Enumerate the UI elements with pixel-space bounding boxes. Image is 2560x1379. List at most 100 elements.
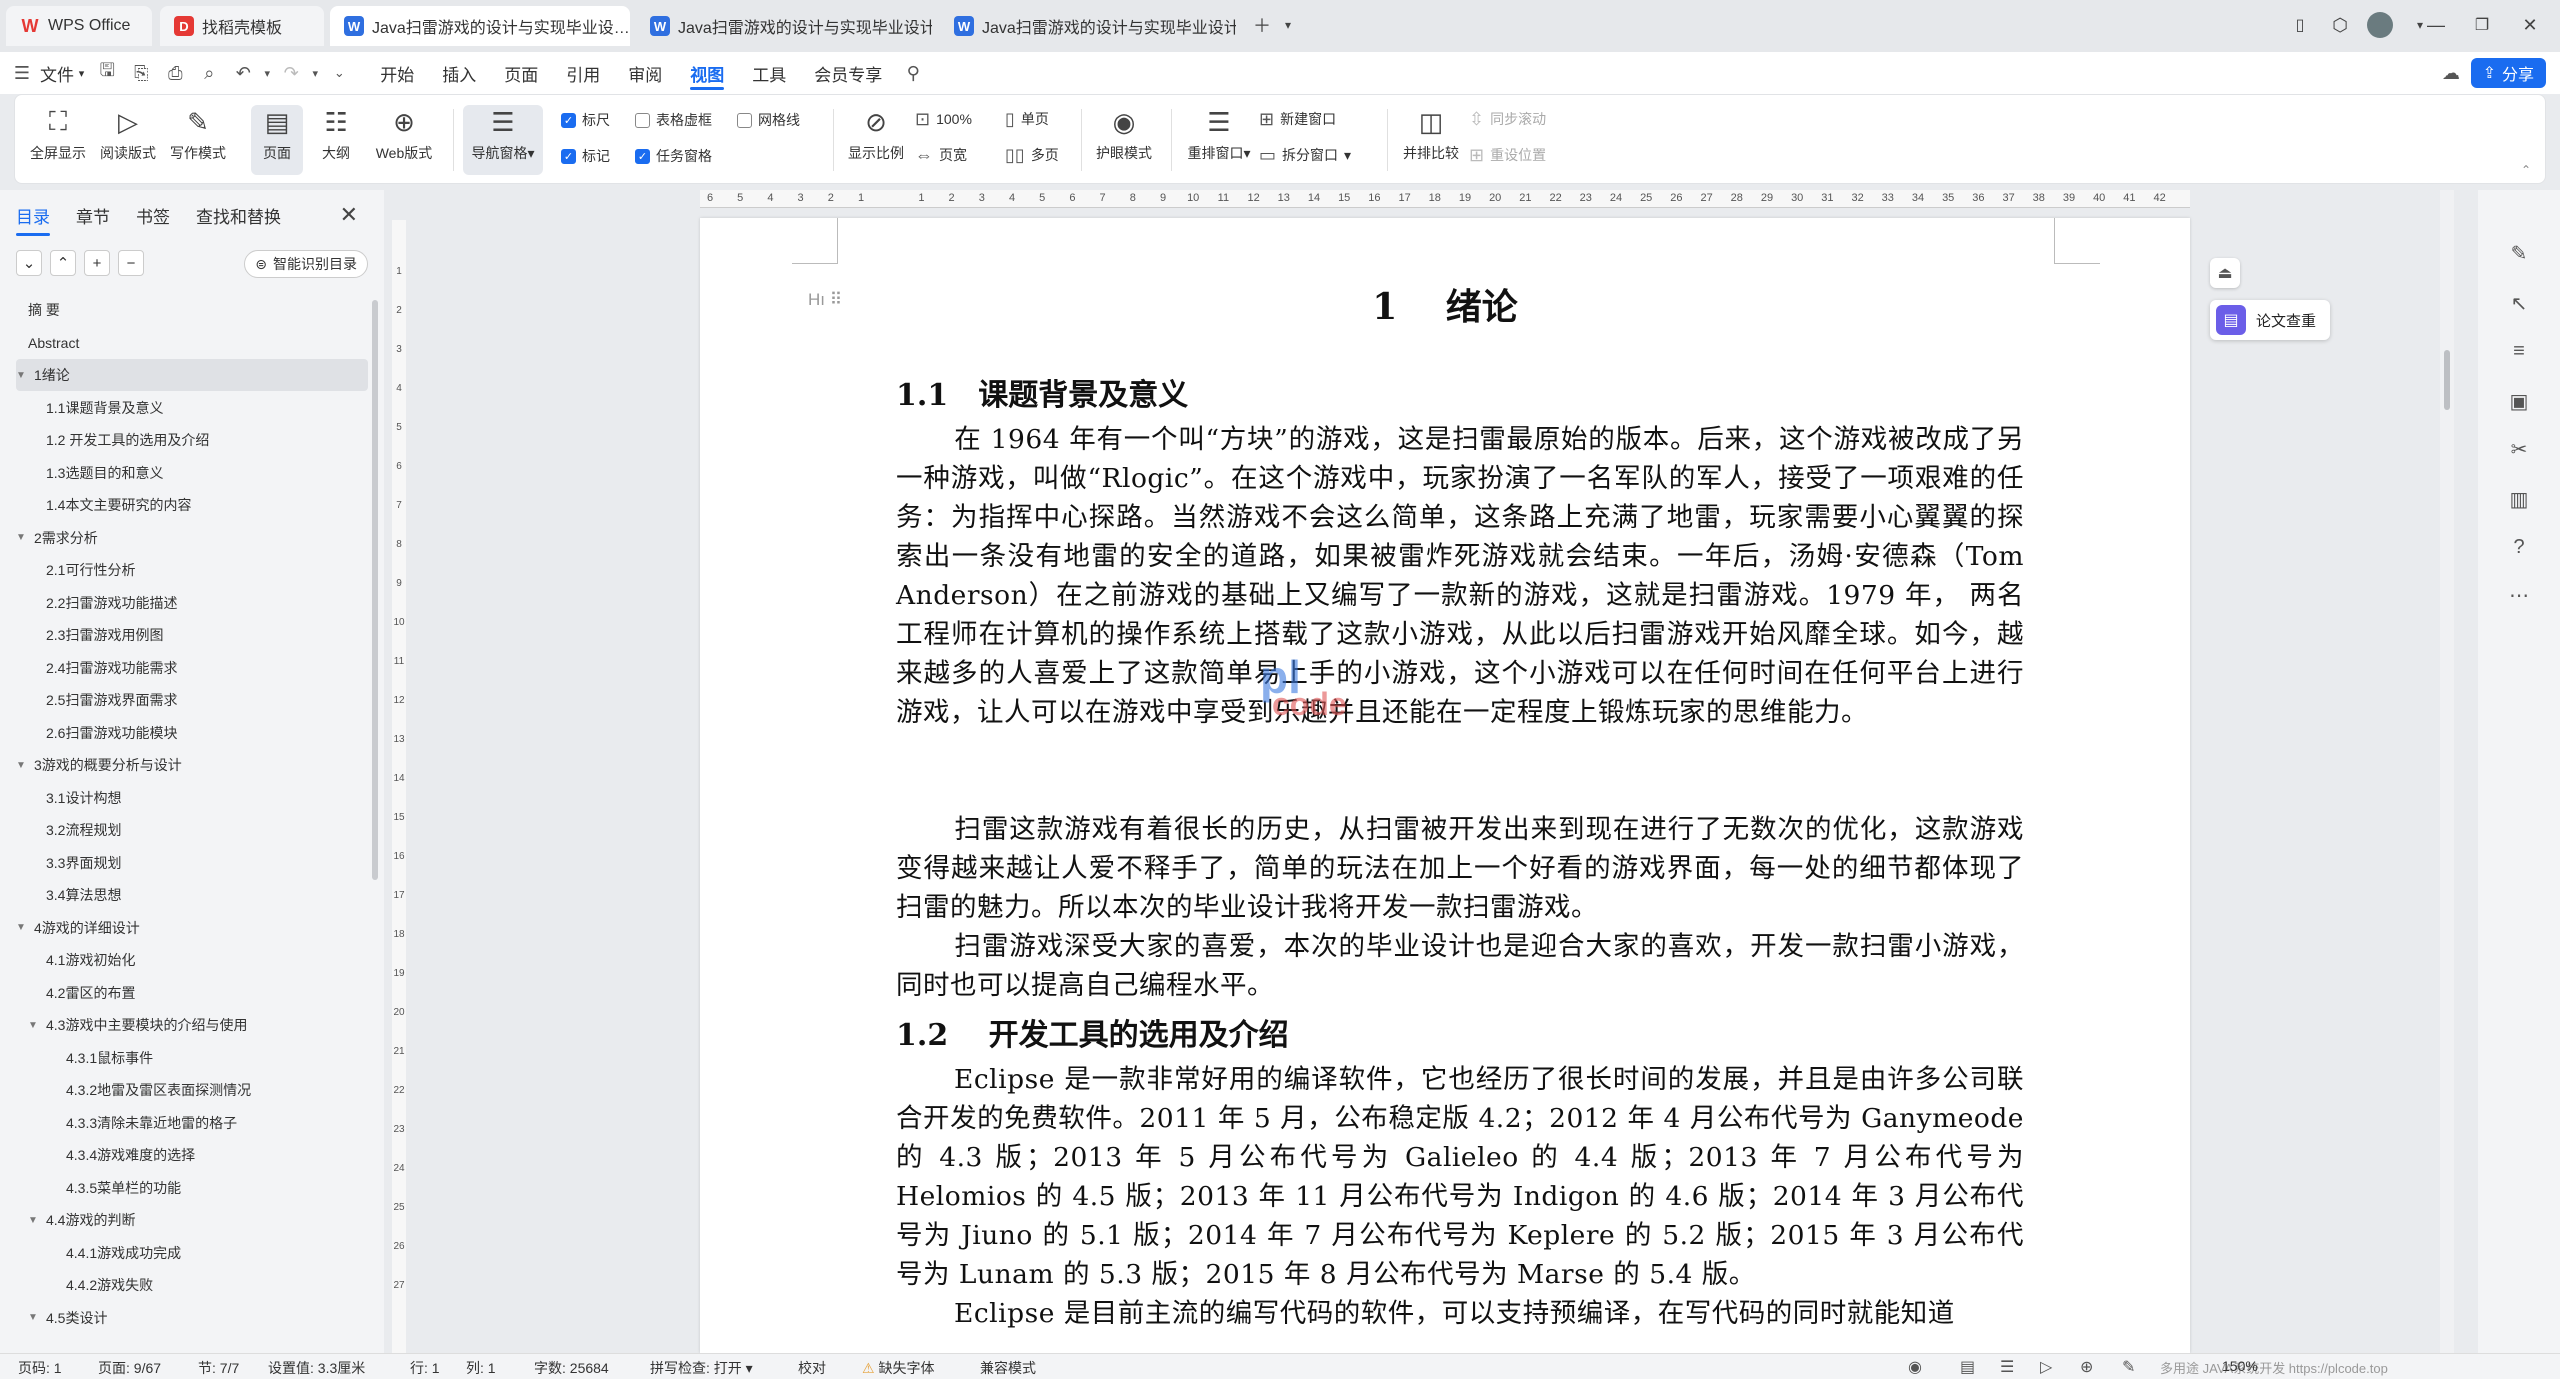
toc-item[interactable]: ▼ 2需求分析	[16, 522, 368, 554]
write-status-icon[interactable]: ✎	[2122, 1357, 2135, 1377]
status-section[interactable]: 节: 7/7	[198, 1358, 239, 1378]
toc-item[interactable]: 2.2扫雷游戏功能描述	[16, 587, 368, 619]
fullscreen-button[interactable]: ⛶ 全屏显示	[27, 105, 89, 175]
menu-vip[interactable]: 会员专享	[800, 52, 896, 94]
status-setting[interactable]: 设置值: 3.3厘米	[268, 1358, 365, 1378]
expand-triangle-icon[interactable]: ▼	[28, 1215, 42, 1226]
smart-toc-button[interactable]: ⊜ 智能识别目录	[244, 250, 368, 278]
tab-find-replace[interactable]: 查找和替换	[196, 197, 281, 234]
menu-review[interactable]: 审阅	[614, 52, 676, 94]
print-preview-icon[interactable]: ⌕	[192, 52, 226, 94]
share-button[interactable]: ⇪ 分享	[2470, 58, 2546, 88]
toc-item[interactable]: 4.4.2游戏失败	[16, 1269, 368, 1301]
menu-start[interactable]: 开始	[366, 52, 428, 94]
page-view-button[interactable]: ▤ 页面	[251, 105, 303, 175]
toc-item[interactable]: 3.3界面规划	[16, 847, 368, 879]
tab-chapters[interactable]: 章节	[76, 197, 110, 234]
document-scrollbar[interactable]	[2440, 190, 2454, 1353]
menu-view[interactable]: 视图	[676, 52, 738, 94]
toc-item[interactable]: 2.3扫雷游戏用例图	[16, 619, 368, 651]
toc-item[interactable]: 3.1设计构想	[16, 782, 368, 814]
toc-item[interactable]: 4.2雷区的布置	[16, 977, 368, 1009]
mark-checkbox[interactable]: ✓ 标记	[561, 145, 610, 167]
expand-triangle-icon[interactable]: ▼	[28, 1312, 42, 1323]
remove-heading-icon[interactable]: −	[118, 250, 144, 276]
toc-item[interactable]: 1.4本文主要研究的内容	[16, 489, 368, 521]
eye-protect-icon[interactable]: ◉	[1908, 1357, 1922, 1377]
outline-status-icon[interactable]: ☰	[2000, 1357, 2014, 1377]
layout-icon[interactable]: ▯	[2282, 10, 2318, 40]
toc-item[interactable]: 1.3选题目的和意义	[16, 457, 368, 489]
more-icon[interactable]: ⋯	[2504, 580, 2534, 610]
web-layout-button[interactable]: ⊕ Web版式	[371, 105, 437, 175]
nav-pane-button[interactable]: ☰ 导航窗格▾	[463, 105, 543, 175]
edit-pen-icon[interactable]: ✎	[2504, 238, 2534, 268]
eye-mode-button[interactable]: ◉ 护眼模式	[1091, 105, 1157, 175]
write-mode-button[interactable]: ✎ 写作模式	[167, 105, 229, 175]
menu-reference[interactable]: 引用	[552, 52, 614, 94]
add-heading-icon[interactable]: +	[84, 250, 110, 276]
ruler-checkbox[interactable]: ✓ 标尺	[561, 109, 610, 131]
toc-item[interactable]: 4.3.2地雷及雷区表面探测情况	[16, 1074, 368, 1106]
reset-position-button[interactable]: ⊞ 重设位置	[1469, 143, 1546, 167]
search-icon[interactable]: ⚲	[896, 52, 930, 94]
expand-triangle-icon[interactable]: ▼	[28, 1020, 42, 1031]
hamburger-icon[interactable]: ☰	[10, 52, 34, 94]
zoom-100-button[interactable]: ⊡ 100%	[915, 107, 972, 131]
status-page-number[interactable]: 页码: 1	[18, 1358, 62, 1378]
select-cursor-icon[interactable]: ↖	[2504, 288, 2534, 318]
save-icon[interactable]: 🖫	[90, 52, 124, 94]
toc-item[interactable]: ▼ 4.3游戏中主要模块的介绍与使用	[16, 1009, 368, 1041]
page-width-button[interactable]: ⇔ 页宽	[915, 143, 967, 167]
split-window-button[interactable]: ▭ 拆分窗口 ▾	[1259, 143, 1351, 167]
horizontal-ruler[interactable]: 6 5 4 3 2 1 1 2 3 4 5 6 7 8 9 10 11 12 13 14 15 16 17 18 19 20 21 2…	[700, 190, 2190, 208]
menu-tools[interactable]: 工具	[738, 52, 800, 94]
single-page-button[interactable]: ▯ 单页	[1005, 107, 1049, 131]
scroll-thumb[interactable]	[2444, 350, 2450, 410]
tab-list-chevron-icon[interactable]: ▾	[1270, 10, 1306, 40]
toc-item[interactable]: 4.3.5菜单栏的功能	[16, 1172, 368, 1204]
toc-item[interactable]: 4.3.3清除未靠近地雷的格子	[16, 1107, 368, 1139]
nav-scrollbar[interactable]	[372, 300, 378, 880]
web-status-icon[interactable]: ⊕	[2080, 1357, 2093, 1377]
cube-icon[interactable]: ⬡	[2322, 10, 2358, 40]
toc-item[interactable]: 3.2流程规划	[16, 814, 368, 846]
status-col[interactable]: 列: 1	[466, 1358, 496, 1378]
avatar[interactable]	[2362, 10, 2398, 40]
close-window-icon[interactable]: ✕	[2512, 10, 2548, 40]
expand-down-icon[interactable]: ⌄	[16, 250, 42, 276]
adjust-sliders-icon[interactable]: ≡	[2504, 336, 2534, 366]
close-nav-icon[interactable]: ✕	[340, 202, 358, 228]
page-view-status-icon[interactable]: ▤	[1960, 1357, 1975, 1377]
export-icon[interactable]: ⎘	[124, 52, 158, 94]
menu-page[interactable]: 页面	[490, 52, 552, 94]
restore-icon[interactable]: ❐	[2464, 10, 2500, 40]
redo-chevron-icon[interactable]: ▾	[308, 52, 322, 94]
collapse-up-icon[interactable]: ⌃	[50, 250, 76, 276]
gridlines-checkbox[interactable]: 网格线	[737, 109, 800, 131]
undo-icon[interactable]: ↶	[226, 52, 260, 94]
expand-triangle-icon[interactable]: ▼	[16, 760, 30, 771]
toc-item[interactable]: 2.1可行性分析	[16, 554, 368, 586]
cloud-sync-icon[interactable]: ☁	[2434, 52, 2468, 94]
toc-item[interactable]: 2.5扫雷游戏界面需求	[16, 684, 368, 716]
toc-item[interactable]: ▼ 4游戏的详细设计	[16, 912, 368, 944]
image-edit-icon[interactable]: ▣	[2504, 386, 2534, 416]
table-grid-checkbox[interactable]: 表格虚框	[635, 109, 712, 131]
toc-item[interactable]: 4.1游戏初始化	[16, 944, 368, 976]
tab-docer-templates[interactable]: D 找稻壳模板	[160, 6, 324, 46]
undo-chevron-icon[interactable]: ▾	[260, 52, 274, 94]
status-word-count[interactable]: 字数: 25684	[534, 1358, 609, 1378]
tab-bookmarks[interactable]: 书签	[136, 197, 170, 234]
book-icon[interactable]: ▥	[2504, 484, 2534, 514]
toc-item[interactable]: 4.3.4游戏难度的选择	[16, 1139, 368, 1171]
tab-document-active[interactable]: W Java扫雷游戏的设计与实现毕业设… ✕	[330, 6, 630, 46]
toc-item[interactable]: ▼ 1绪论	[16, 359, 368, 391]
vertical-ruler[interactable]: 1 2 3 4 5 6 7 8 9 10 11 12 13 14 15 16 17 18 19 20 21 22 23 24 2…	[392, 220, 406, 1353]
redo-icon[interactable]: ↷	[274, 52, 308, 94]
multi-page-button[interactable]: ▯▯ 多页	[1005, 143, 1059, 167]
tab-document-3[interactable]: W Java扫雷游戏的设计与实现毕业设计…	[940, 6, 1236, 46]
toc-item[interactable]: 1.1课题背景及意义	[16, 392, 368, 424]
task-pane-checkbox[interactable]: ✓ 任务窗格	[635, 145, 712, 167]
sync-scroll-button[interactable]: ⇳ 同步滚动	[1469, 107, 1546, 131]
